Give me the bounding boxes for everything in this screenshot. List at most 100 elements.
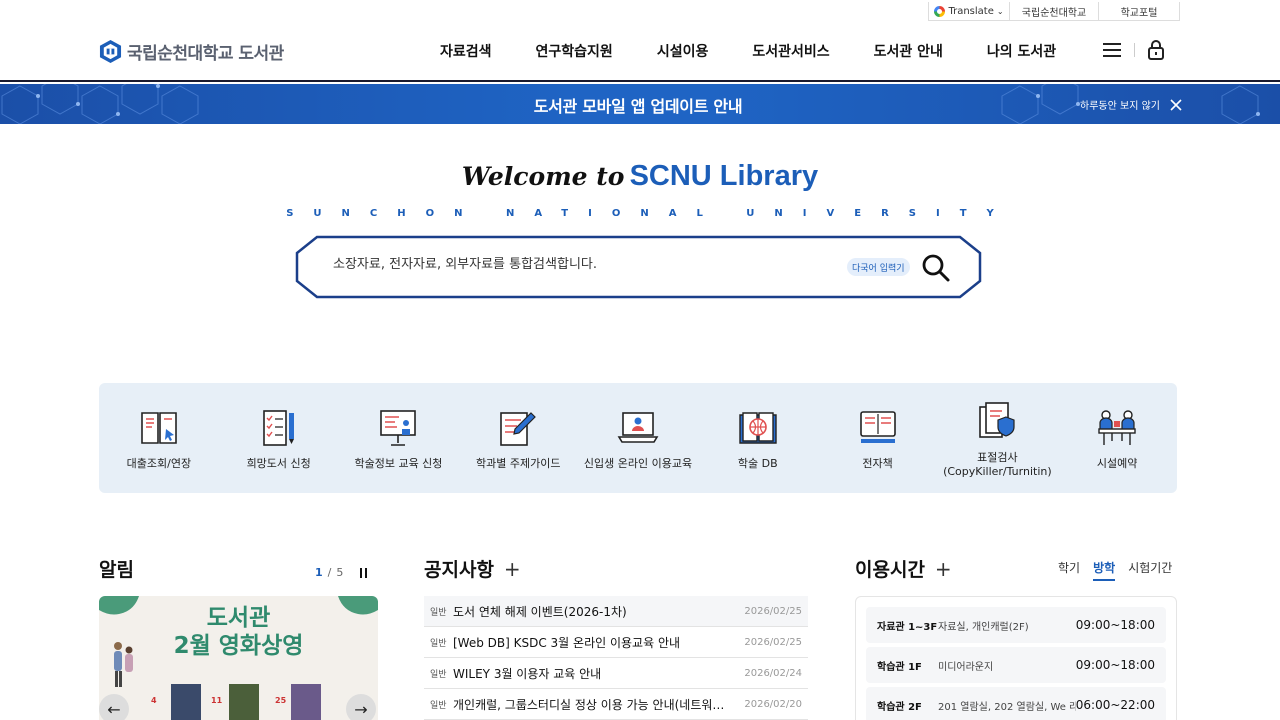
hours-time: 06:00~22:00 xyxy=(1075,698,1155,712)
movie-thumb-2 xyxy=(229,684,259,720)
notice-item-title: WILEY 3월 이용자 교육 안내 xyxy=(453,666,602,681)
nav-my-library[interactable]: 나의 도서관 xyxy=(965,41,1078,61)
list-item[interactable]: 일반 WILEY 3월 이용자 교육 안내 2026/02/24 xyxy=(424,658,808,689)
meeting-room-icon xyxy=(1098,410,1136,445)
quick-plagiarism-label: 표절검사 (CopyKiller/Turnitin) xyxy=(943,451,1052,479)
menu-icon[interactable] xyxy=(1102,42,1122,58)
nav-service[interactable]: 도서관서비스 xyxy=(730,41,851,61)
notice-title: 공지사항 xyxy=(424,559,494,581)
quick-request[interactable]: 희망도서 신청 xyxy=(219,383,339,493)
nav-research[interactable]: 연구학습지원 xyxy=(514,41,635,61)
quick-freshman[interactable]: 신입생 온라인 이용교육 xyxy=(578,383,698,493)
divider xyxy=(1134,43,1135,57)
lock-icon[interactable] xyxy=(1147,40,1165,60)
laptop-user-icon xyxy=(617,412,659,443)
quick-db[interactable]: 학술 DB xyxy=(698,383,818,493)
table-row: 자료관 1~3F 자료실, 개인캐럴(2F) 09:00~18:00 xyxy=(866,607,1166,643)
hours-section-title: 이용시간 + xyxy=(855,555,952,582)
quick-freshman-label: 신입생 온라인 이용교육 xyxy=(583,457,693,470)
site-logo[interactable]: 국립순천대학교 도서관 xyxy=(99,39,284,64)
hours-table: 자료관 1~3F 자료실, 개인캐럴(2F) 09:00~18:00 학습관 1… xyxy=(855,596,1177,720)
notice-section-title: 공지사항 + xyxy=(424,555,521,582)
tab-semester[interactable]: 학기 xyxy=(1058,559,1080,581)
search-icon[interactable] xyxy=(921,253,951,283)
list-item[interactable]: 일반 도서 연체 해제 이벤트(2026-1차) 2026/02/25 xyxy=(424,596,808,627)
notice-date: 2026/02/25 xyxy=(744,636,802,648)
quick-guide-label: 학과별 주제가이드 xyxy=(476,457,561,470)
pager-current: 1 xyxy=(315,566,323,579)
hours-description: 자료실, 개인캐럴(2F) xyxy=(938,621,1029,633)
alarm-title: 알림 xyxy=(99,559,134,581)
utility-bar: Translate ⌄ 국립순천대학교 학교포털 xyxy=(928,2,1180,21)
tab-exam[interactable]: 시험기간 xyxy=(1128,559,1172,581)
portal-link[interactable]: 학교포털 xyxy=(1098,2,1179,20)
tab-vacation[interactable]: 방학 xyxy=(1093,559,1116,581)
alarm-poster[interactable]: 도서관 2월 영화상영 ← 4 11 25 → xyxy=(99,596,378,720)
multilang-input-button[interactable]: 다국어 입력기 xyxy=(847,258,910,276)
quick-loan-label: 대출조회/연장 xyxy=(126,457,192,470)
library-logo-icon xyxy=(99,40,122,63)
prev-arrow-icon[interactable]: ← xyxy=(99,694,129,720)
google-icon xyxy=(934,5,946,17)
notice-date: 2026/02/25 xyxy=(744,605,802,617)
hours-more-plus-icon[interactable]: + xyxy=(935,557,952,581)
quick-ebook[interactable]: 전자책 xyxy=(818,383,938,493)
quick-plagiarism[interactable]: 표절검사 (CopyKiller/Turnitin) xyxy=(937,383,1057,493)
notice-category: 일반 xyxy=(430,638,447,649)
search-input[interactable] xyxy=(333,257,813,272)
logo-text: 국립순천대학교 도서관 xyxy=(127,44,284,64)
welcome-script: Welcome to xyxy=(461,162,625,191)
hours-tabs: 학기 방학 시험기간 xyxy=(1058,559,1172,581)
movie-thumb-3 xyxy=(291,684,321,720)
hours-location: 학습관 2F xyxy=(877,701,922,713)
quick-ebook-label: 전자책 xyxy=(862,457,893,470)
next-arrow-icon[interactable]: → xyxy=(346,694,376,720)
edit-document-icon xyxy=(500,412,537,446)
list-item[interactable]: 일반 [Web DB] KSDC 3월 온라인 이용교육 안내 2026/02/… xyxy=(424,627,808,658)
notice-item-title: [Web DB] KSDC 3월 온라인 이용교육 안내 xyxy=(453,635,681,650)
notice-list: 일반 도서 연체 해제 이벤트(2026-1차) 2026/02/25 일반 [… xyxy=(424,596,808,720)
quick-reserve[interactable]: 시설예약 xyxy=(1057,383,1177,493)
alarm-section-title: 알림 xyxy=(99,555,134,582)
notice-more-plus-icon[interactable]: + xyxy=(504,557,521,581)
list-item[interactable]: 일반 개인캐럴, 그룹스터디실 정상 이용 가능 안내(네트워크 정… 2026… xyxy=(424,689,808,720)
pager-total: 5 xyxy=(336,566,344,579)
notice-item-title: 도서 연체 해제 이벤트(2026-1차) xyxy=(453,604,627,619)
quick-loan[interactable]: 대출조회/연장 xyxy=(99,383,219,493)
poster-title-line2: 2월 영화상영 xyxy=(173,633,304,659)
nav-facility[interactable]: 시설이용 xyxy=(635,41,731,61)
pause-icon[interactable] xyxy=(360,567,368,578)
poster-date-3: 25 xyxy=(275,696,287,705)
pager-separator: / xyxy=(327,566,332,579)
poster-title: 도서관 2월 영화상영 xyxy=(99,604,378,660)
banner-dismiss-button[interactable]: 하루동안 보지 않기 xyxy=(1080,97,1182,112)
notice-category: 일반 xyxy=(430,700,447,711)
table-row: 학습관 2F 201 열람실, 202 열람실, We 라운지 06:00~22… xyxy=(866,687,1166,720)
hours-time: 09:00~18:00 xyxy=(1075,658,1155,672)
welcome-heading: Welcome to SCNU Library xyxy=(0,160,1280,193)
quick-guide[interactable]: 학과별 주제가이드 xyxy=(458,383,578,493)
quick-edu[interactable]: 학술정보 교육 신청 xyxy=(339,383,459,493)
notice-banner: 도서관 모바일 앱 업데이트 안내 하루동안 보지 않기 xyxy=(0,84,1280,124)
translate-button[interactable]: Translate ⌄ xyxy=(929,2,1009,20)
close-icon[interactable] xyxy=(1170,98,1182,111)
univ-link[interactable]: 국립순천대학교 xyxy=(1009,2,1098,20)
quick-db-label: 학술 DB xyxy=(737,457,778,470)
nav-search[interactable]: 자료검색 xyxy=(418,41,514,61)
hours-location: 자료관 1~3F xyxy=(877,621,938,633)
quick-plagiarism-label-line2: (CopyKiller/Turnitin) xyxy=(943,465,1052,478)
quick-menu: 대출조회/연장 희망도서 신청 학술정보 교육 신청 학과별 주제가이드 신입생… xyxy=(99,383,1177,493)
alarm-pager: 1 / 5 xyxy=(315,566,368,579)
table-row: 학습관 1F 미디어라운지 09:00~18:00 xyxy=(866,647,1166,683)
people-illustration-icon xyxy=(114,642,133,687)
hours-description: 201 열람실, 202 열람실, We 라운지 xyxy=(938,701,1076,713)
notice-date: 2026/02/20 xyxy=(744,698,802,710)
notice-item-title: 개인캐럴, 그룹스터디실 정상 이용 가능 안내(네트워크 정… xyxy=(453,697,745,712)
hours-description: 미디어라운지 xyxy=(938,661,994,673)
quick-request-label: 희망도서 신청 xyxy=(246,457,311,470)
banner-dismiss-label: 하루동안 보지 않기 xyxy=(1080,101,1160,112)
header-icons xyxy=(1102,40,1165,60)
nav-about[interactable]: 도서관 안내 xyxy=(852,41,965,61)
notice-category: 일반 xyxy=(430,607,447,618)
poster-date-2: 11 xyxy=(211,696,223,705)
